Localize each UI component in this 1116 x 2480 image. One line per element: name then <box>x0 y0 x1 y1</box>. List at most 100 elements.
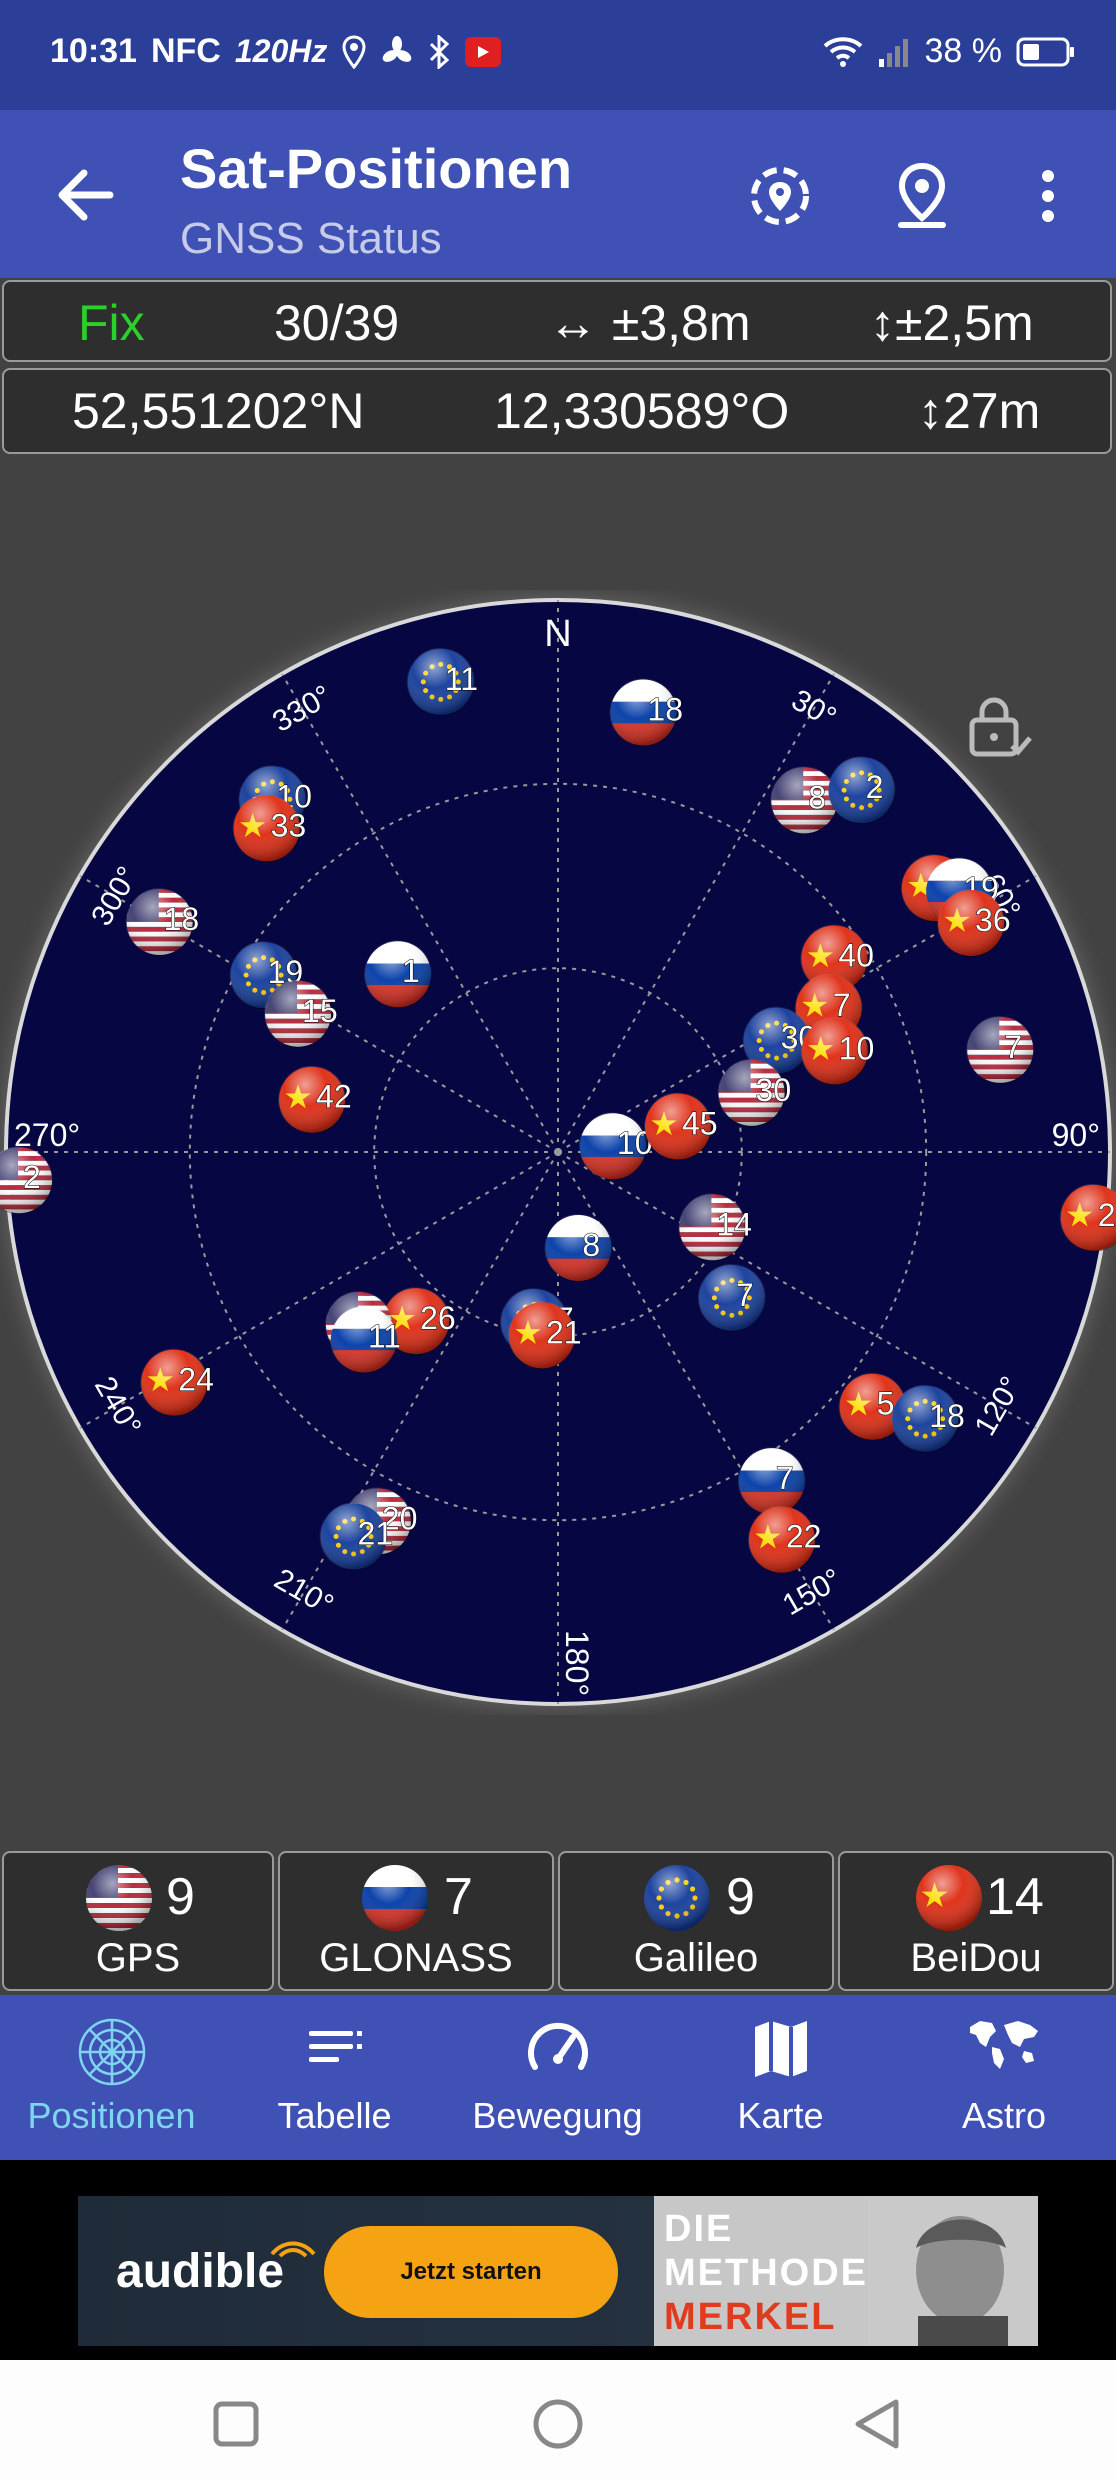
location-target-icon <box>751 167 809 225</box>
satellite-id-label: 2 <box>1098 1197 1116 1233</box>
page-subtitle: GNSS Status <box>180 214 442 263</box>
satellite-glonass-8[interactable]: 8 <box>544 1213 613 1282</box>
nav-positionen[interactable]: Positionen <box>0 1995 223 2160</box>
system-nav-bar <box>0 2360 1116 2480</box>
ad-headline-2: METHODE <box>664 2252 868 2294</box>
satellite-id-label: 33 <box>271 807 307 843</box>
satellite-id-label: 10 <box>839 1030 875 1066</box>
back-arrow-icon[interactable] <box>50 165 120 225</box>
satellite-id-label: 45 <box>682 1105 718 1141</box>
galileo-count: 9 <box>726 1868 755 1926</box>
eu-flag-icon <box>644 1865 710 1931</box>
list-icon <box>308 2031 362 2062</box>
satellite-id-label: 36 <box>975 902 1011 938</box>
satellite-gps-7[interactable]: 7 <box>966 1015 1035 1084</box>
ru-flag-icon <box>362 1865 428 1931</box>
battery-icon <box>1016 37 1074 66</box>
satellite-gps-8[interactable]: 8 <box>770 766 839 835</box>
beidou-count: 14 <box>986 1868 1044 1926</box>
location-status-icon <box>342 34 366 69</box>
cell-signal-icon <box>878 38 908 67</box>
glonass-count: 7 <box>444 1868 473 1926</box>
nav-karte-label: Karte <box>737 2095 824 2136</box>
longitude: 12,330589°O <box>494 383 790 439</box>
altitude: ↕27m <box>918 383 1041 439</box>
world-map-icon <box>970 2021 1038 2069</box>
position-row: 52,551202°N 12,330589°O ↕27m <box>2 368 1112 454</box>
status-bar: 10:31 NFC 120Hz 38 % <box>0 0 1116 110</box>
satellite-id-label: 8 <box>808 779 826 815</box>
satellite-id-label: 22 <box>786 1519 822 1555</box>
app-bar: Sat-Positionen GNSS Status <box>0 110 1116 278</box>
constellation-counts: 9 GPS 7 GLONASS 9 Galileo 14 BeiDou <box>0 1851 1116 1993</box>
nav-astro-label: Astro <box>961 2095 1047 2136</box>
satellites-used: 30/39 <box>274 295 400 351</box>
youtube-notification-icon <box>465 36 502 67</box>
home-icon[interactable] <box>532 2398 584 2450</box>
bottom-nav: Positionen Tabelle Bewegung Karte Astro <box>0 1995 1116 2160</box>
satellite-id-label: 42 <box>316 1079 352 1115</box>
beidou-count-box[interactable]: 14 BeiDou <box>838 1851 1114 1991</box>
satellite-id-label: 7 <box>1004 1029 1022 1065</box>
fan-icon <box>383 35 412 62</box>
gps-count-box[interactable]: 9 GPS <box>2 1851 274 1991</box>
audible-wave-icon <box>270 2241 316 2258</box>
satellite-glonass-7[interactable]: 7 <box>737 1447 806 1516</box>
status-left: 10:31 NFC 120Hz <box>50 32 502 71</box>
satellite-id-label: 21 <box>358 1515 394 1551</box>
refresh-rate-indicator: 120Hz <box>234 33 328 69</box>
fix-info-row: Fix 30/39 ↔ ±3,8m ↕±2,5m <box>2 280 1112 362</box>
satellite-id-label: 26 <box>420 1300 456 1336</box>
satellite-id-label: 40 <box>838 938 874 974</box>
sky-plot[interactable]: N 90° 270° 180° 30°60°120°150°210°240°30… <box>0 590 1116 1715</box>
nav-karte[interactable]: Karte <box>669 1995 892 2160</box>
satellite-galileo-7[interactable]: 7 <box>697 1263 766 1332</box>
ad-portrait-image <box>868 2196 1038 2346</box>
satellite-id-label: 2 <box>23 1159 41 1195</box>
satellite-id-label: 18 <box>164 901 200 937</box>
battery-percent: 38 % <box>924 32 1003 70</box>
us-flag-icon <box>86 1865 152 1931</box>
galileo-label: Galileo <box>633 1936 759 1980</box>
satellite-id-label: 21 <box>546 1314 582 1350</box>
horizontal-accuracy: ↔ ±3,8m <box>548 295 751 351</box>
satellite-id-label: 1 <box>402 953 420 989</box>
bluetooth-icon <box>430 34 450 69</box>
latitude: 52,551202°N <box>72 383 365 439</box>
satellite-id-label: 11 <box>368 1318 401 1354</box>
satellite-id-label: 18 <box>647 691 683 727</box>
status-time: 10:31 <box>50 32 137 70</box>
satellite-glonass-1[interactable]: 1 <box>363 940 432 1009</box>
east-label: 90° <box>1052 1117 1100 1153</box>
ad-headline-3: MERKEL <box>664 2296 837 2338</box>
overflow-menu-button[interactable] <box>1010 158 1086 234</box>
satellite-id-label: 30 <box>756 1072 792 1108</box>
speedometer-icon <box>527 2022 588 2070</box>
nfc-indicator: NFC <box>150 32 221 70</box>
recents-icon[interactable] <box>212 2400 260 2448</box>
wifi-icon <box>823 36 862 67</box>
page-title: Sat-Positionen <box>180 137 573 200</box>
galileo-count-box[interactable]: 9 Galileo <box>558 1851 834 1991</box>
back-icon[interactable] <box>852 2398 902 2450</box>
location-target-button[interactable] <box>742 158 818 234</box>
satellite-id-label: 15 <box>302 993 338 1029</box>
satellite-id-label: 18 <box>929 1398 965 1434</box>
nav-positionen-label: Positionen <box>27 2095 196 2136</box>
map-pin-icon <box>898 162 946 228</box>
satellite-id-label: 7 <box>776 1460 794 1496</box>
nav-tabelle-label: Tabelle <box>277 2095 392 2136</box>
nav-astro[interactable]: Astro <box>892 1995 1116 2160</box>
south-label: 180° <box>559 1630 595 1696</box>
nav-bewegung[interactable]: Bewegung <box>446 1995 669 2160</box>
ad-cta-button[interactable]: Jetzt starten <box>324 2226 618 2318</box>
glonass-count-box[interactable]: 7 GLONASS <box>278 1851 554 1991</box>
ad-banner[interactable]: audible Jetzt starten DIE METHODE MERKEL <box>78 2196 1038 2346</box>
map-pin-button[interactable] <box>884 158 960 234</box>
satellite-galileo-2[interactable]: 2 <box>827 756 896 825</box>
ad-brand: audible <box>116 2245 285 2298</box>
lock-icon[interactable] <box>969 697 1032 757</box>
glonass-label: GLONASS <box>319 1936 513 1980</box>
north-label: N <box>544 613 571 655</box>
nav-tabelle[interactable]: Tabelle <box>223 1995 446 2160</box>
